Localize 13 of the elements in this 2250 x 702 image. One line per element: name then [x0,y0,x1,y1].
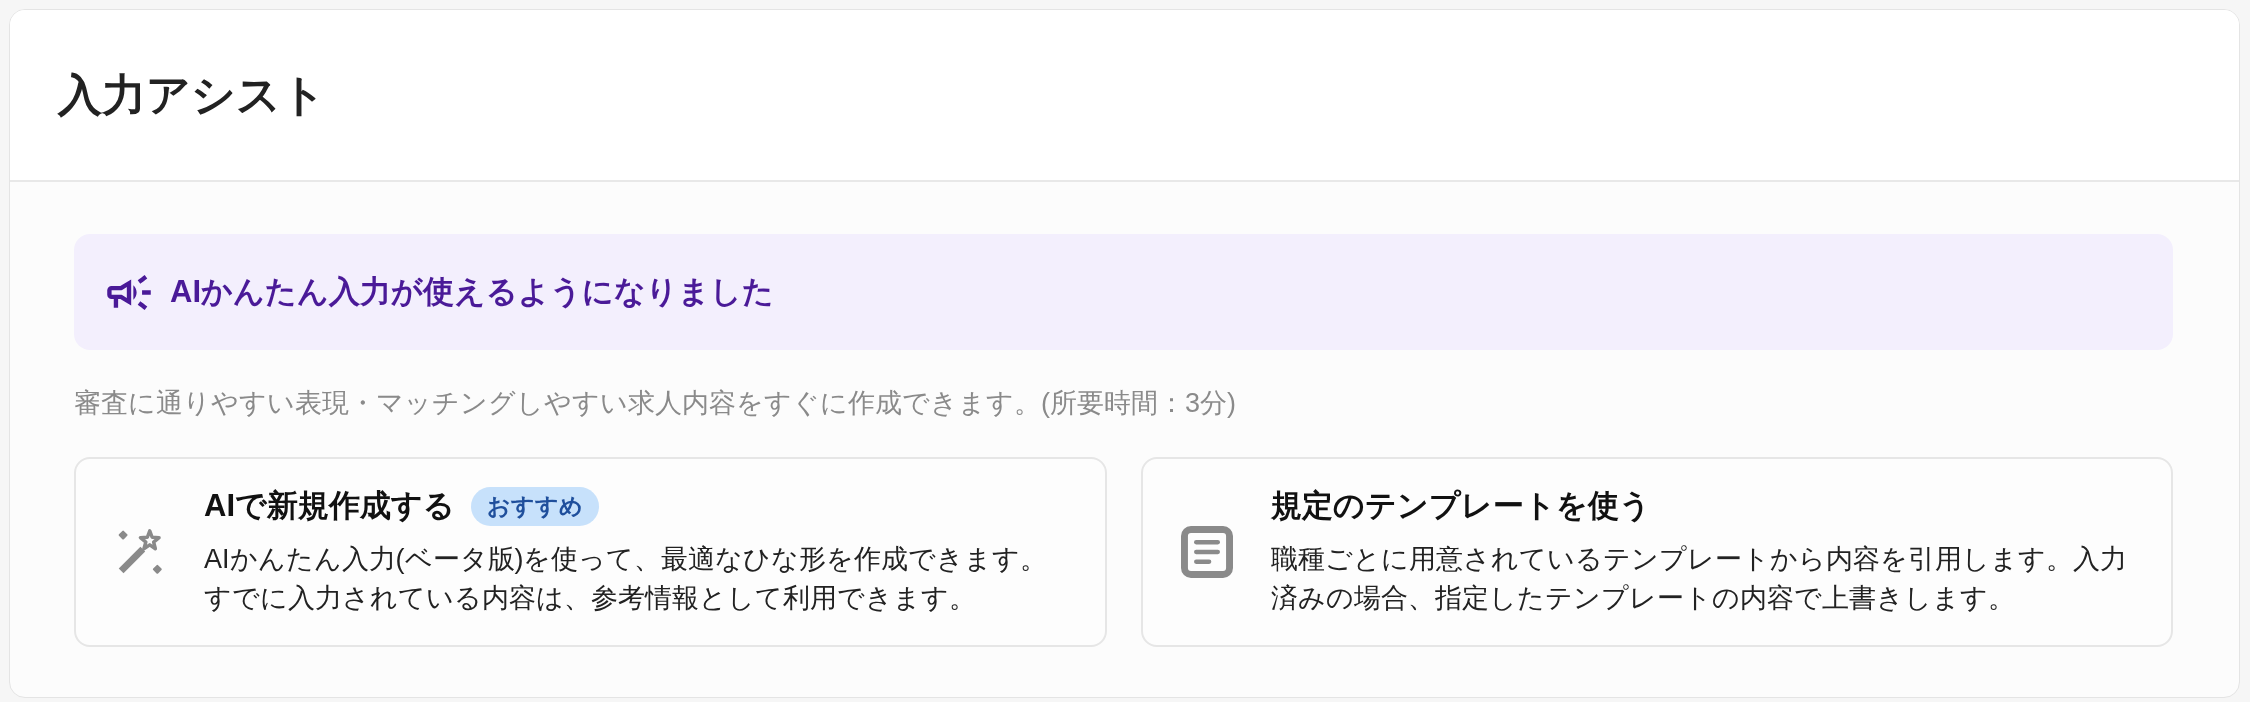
option-description: 職種ごとに用意されているテンプレートから内容を引用します。入力済みの場合、指定したテンプレートの内容で上書きします。 [1270,543,2128,615]
panel-title: 入力アシスト [58,69,326,121]
option-card[interactable]: 規定のテンプレートを使う 職種ごとに用意されているテンプレートから内容を引用します。入力済みの場合、指定したテンプレートの内容で上書きします。 [1140,457,2173,647]
document-icon [1180,526,1233,578]
option-description: すでに入力されている内容は、参考情報として利用できます。 [204,582,977,615]
option-title: 規定のテンプレートを使う [1270,487,1651,525]
megaphone-icon [107,273,151,311]
option-card[interactable]: AIで新規作成する おすすめ AIかんたん入力(ベータ版)を使って、最適なひな形を作成できます。 すでに入力されている内容は、参考情報として利用できます。 [74,457,1107,647]
option-description: AIかんたん入力(ベータ版)を使って、最適なひな形を作成できます。 [204,543,1049,576]
option-title: AIで新規作成する [204,487,455,525]
recommended-badge: おすすめ [471,486,599,526]
announcement-text: AIかんたん入力が使えるようになりました [170,273,774,311]
intro-text: 審査に通りやすい表現・マッチングしやすい求人内容をすぐに作成できます。(所要時間：3分) [74,387,1236,420]
